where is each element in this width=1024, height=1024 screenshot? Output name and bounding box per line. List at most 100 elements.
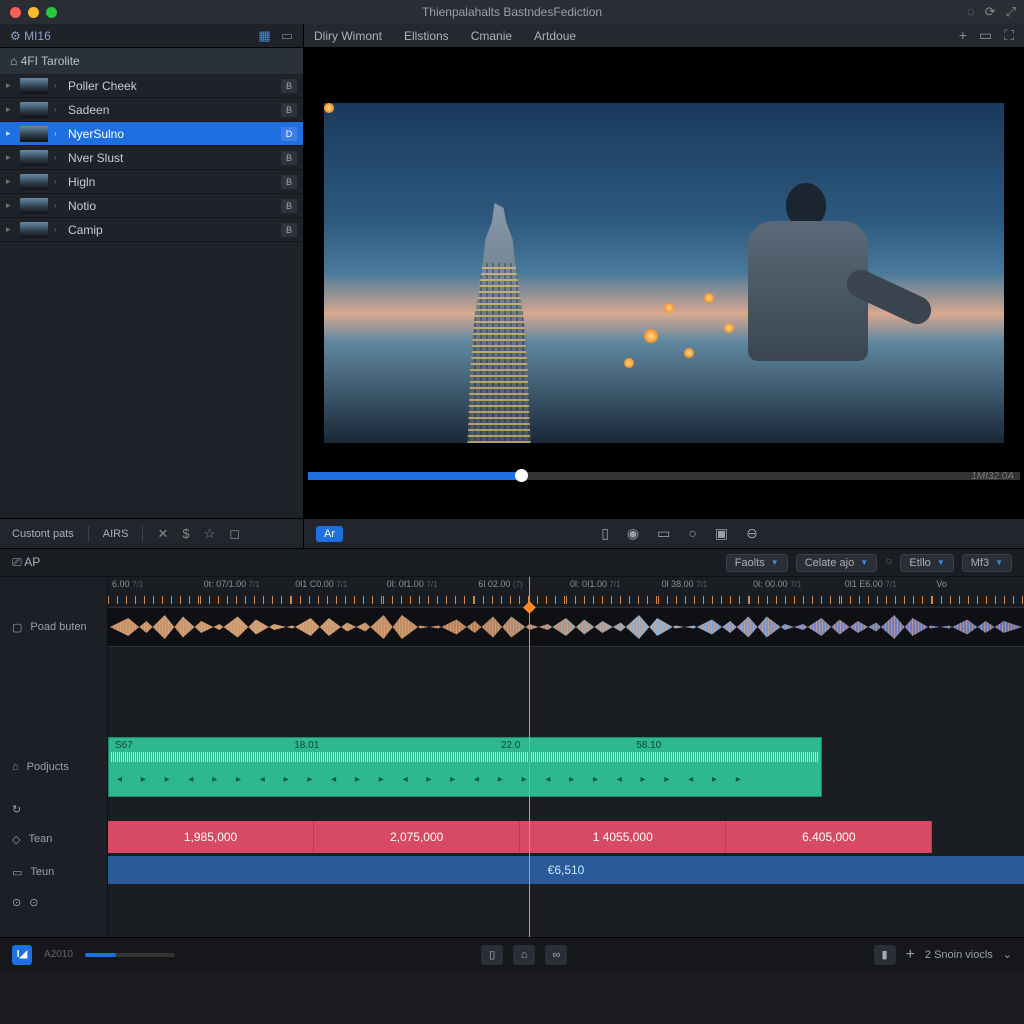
blue-clip[interactable]: €6,510 [108, 856, 1024, 884]
expand-icon[interactable]: ▸ [6, 80, 14, 91]
green-clip[interactable]: S67 18.01 22.0 58.10 ◂ ▸ ▸ ◂ ▸ ▸ ◂ ▸ ▸ ◂… [108, 737, 822, 797]
track-label-2[interactable]: ⌂Podjucts [0, 737, 107, 797]
red-clip-segment[interactable]: 1,985,000 [108, 821, 314, 853]
layout-icon[interactable]: ▭ [979, 27, 992, 44]
workspace-tab[interactable]: Ellstions [404, 29, 449, 43]
stop-icon[interactable]: ▣ [715, 525, 728, 542]
ruler-segment[interactable]: 0l1 E6.00 7/1 [841, 577, 933, 604]
expand-icon[interactable]: ▸ [6, 224, 14, 235]
time-ruler[interactable]: 6.00 7/10t: 07/1.00 7/10l1 C0.00 7/10l: … [108, 577, 1024, 605]
clip-row[interactable]: ▸ › Camip B [0, 218, 303, 242]
timeline-dropdown[interactable]: Celate ajo▼ [796, 554, 877, 572]
viewer-panel: Dliry Wimont Ellstions Cmanie Artdoue + ▭ ⛶… [304, 24, 1024, 548]
data-track-blue[interactable]: €6,510 [108, 856, 1024, 884]
bin-header[interactable]: ⌂ 4FI Tarolite [0, 48, 303, 74]
ruler-segment[interactable]: 6l 02.00 (7) [474, 577, 566, 604]
clip-thumbnail [20, 174, 48, 190]
track-refresh[interactable]: ↻ [0, 797, 107, 821]
expand-icon[interactable]: ▸ [6, 128, 14, 139]
clip-marker: S67 [115, 740, 133, 751]
audio-waveform-track[interactable] [108, 607, 1024, 647]
viewer-scrubber[interactable] [308, 472, 1020, 480]
preview-frame[interactable] [324, 103, 1004, 443]
ruler-segment[interactable]: 6.00 7/1 [108, 577, 200, 604]
workspace-tab[interactable]: Dliry Wimont [314, 29, 382, 43]
clip-row[interactable]: ▸ › Sadeen B [0, 98, 303, 122]
custom-pats-label[interactable]: Custont pats [12, 528, 74, 540]
track-label-1[interactable]: ▢Poad buten [0, 605, 107, 649]
add-icon[interactable]: + [906, 946, 915, 964]
close-icon[interactable] [10, 7, 21, 18]
video-track-green[interactable]: S67 18.01 22.0 58.10 ◂ ▸ ▸ ◂ ▸ ▸ ◂ ▸ ▸ ◂… [108, 737, 1024, 797]
ruler-segment[interactable]: 0l1 C0.00 7/1 [291, 577, 383, 604]
footer-btn-3[interactable]: ∞ [545, 945, 567, 965]
clip-marker: 18.01 [294, 740, 319, 751]
minimize-icon[interactable] [28, 7, 39, 18]
close-icon[interactable]: ✕ [157, 526, 168, 542]
ruler-segment[interactable]: 0t: 07/1.00 7/1 [200, 577, 292, 604]
fullscreen-icon[interactable]: ⛶ [1004, 27, 1014, 44]
ruler-segment[interactable]: 0l: 0f1.00 7/1 [383, 577, 475, 604]
red-clip-segment[interactable]: 6.405,000 [726, 821, 932, 853]
app-logo-icon[interactable]: I◢ [12, 945, 32, 965]
footer: I◢ A2010 ▯ ⌂ ∞ ▮ + 2 Snoin viocls ⌄ [0, 937, 1024, 971]
dollar-icon[interactable]: $ [182, 526, 189, 541]
clip-row[interactable]: ▸ › NyerSulno D [0, 122, 303, 146]
track-label-4[interactable]: ▭Teun [0, 857, 107, 887]
ruler-segment[interactable]: 0l 38.00 7/1 [658, 577, 750, 604]
track-tools[interactable]: ⊙⊙ [0, 887, 107, 917]
timeline-dropdown[interactable]: Mf3▼ [962, 554, 1012, 572]
add-icon[interactable]: + [959, 27, 967, 44]
red-clip[interactable]: 1,985,0002,075,0001 4055,0006.405,000 [108, 821, 932, 853]
workspace-tab[interactable]: Artdoue [534, 29, 576, 43]
data-track-red[interactable]: 1,985,0002,075,0001 4055,0006.405,000 [108, 821, 1024, 853]
airs-label[interactable]: AIRS [103, 528, 129, 540]
workspace-tab[interactable]: Cmanie [471, 29, 512, 43]
list-icon[interactable]: ▭ [281, 28, 293, 44]
clip-name: NyerSulno [68, 127, 275, 141]
timeline-dropdown[interactable]: Faolts▼ [726, 554, 788, 572]
cloud-icon[interactable]: ◌ [967, 4, 975, 20]
clip-row[interactable]: ▸ › Poller Cheek B [0, 74, 303, 98]
clip-marker: 58.10 [636, 740, 661, 751]
timeline-dropdown[interactable]: Etllo▼ [900, 554, 953, 572]
ruler-segment[interactable]: 0l: 00.00 7/1 [749, 577, 841, 604]
clip-row[interactable]: ▸ › Nver Slust B [0, 146, 303, 170]
chevron-down-icon[interactable]: ⌄ [1003, 948, 1012, 961]
expand-icon[interactable]: ▸ [6, 200, 14, 211]
expand-icon[interactable]: ▸ [6, 104, 14, 115]
star-icon[interactable]: ☆ [204, 526, 216, 542]
clip-name: Camip [68, 223, 275, 237]
chevron-right-icon: › [54, 81, 62, 90]
ruler-segment[interactable]: Vo [932, 577, 1024, 604]
marker-icon[interactable]: ▯ [601, 525, 609, 542]
expand-icon[interactable]: ▸ [6, 176, 14, 187]
clip-row[interactable]: ▸ › Notio B [0, 194, 303, 218]
play-icon[interactable]: ▭ [657, 525, 670, 542]
red-clip-segment[interactable]: 2,075,000 [314, 821, 520, 853]
expand-icon[interactable]: ▸ [6, 152, 14, 163]
ar-button[interactable]: Ar [316, 526, 343, 542]
expand-icon[interactable]: ⤢ [1006, 4, 1016, 20]
sync-icon[interactable]: ⟳ [985, 4, 996, 20]
footer-btn-1[interactable]: ▯ [481, 945, 503, 965]
footer-tool-icon[interactable]: ▮ [874, 945, 896, 965]
playhead[interactable] [529, 577, 530, 937]
prev-icon[interactable]: ◉ [627, 525, 639, 542]
scrubber-handle[interactable] [515, 469, 528, 482]
media-tab[interactable]: ⚙ MI16 [10, 29, 51, 43]
ruler-segment[interactable]: 0l: 0I1.00 7/1 [566, 577, 658, 604]
grid-icon[interactable]: ▦ [258, 28, 270, 44]
clip-badge: B [281, 103, 297, 117]
zoom-slider[interactable] [85, 953, 175, 957]
chat-icon[interactable]: ◻ [229, 526, 240, 542]
footer-btn-2[interactable]: ⌂ [513, 945, 535, 965]
red-clip-segment[interactable]: 1 4055,000 [520, 821, 726, 853]
timeline-header: ⎚ AP Faolts▼Celate ajo▼○Etllo▼Mf3▼ [0, 549, 1024, 577]
tracks-area[interactable]: 6.00 7/10t: 07/1.00 7/10l1 C0.00 7/10l: … [108, 577, 1024, 937]
maximize-icon[interactable] [46, 7, 57, 18]
clip-row[interactable]: ▸ › Higln B [0, 170, 303, 194]
track-label-3[interactable]: ◇Tean [0, 821, 107, 857]
loop-icon[interactable]: ⊖ [746, 525, 758, 542]
record-icon[interactable]: ○ [688, 525, 696, 542]
